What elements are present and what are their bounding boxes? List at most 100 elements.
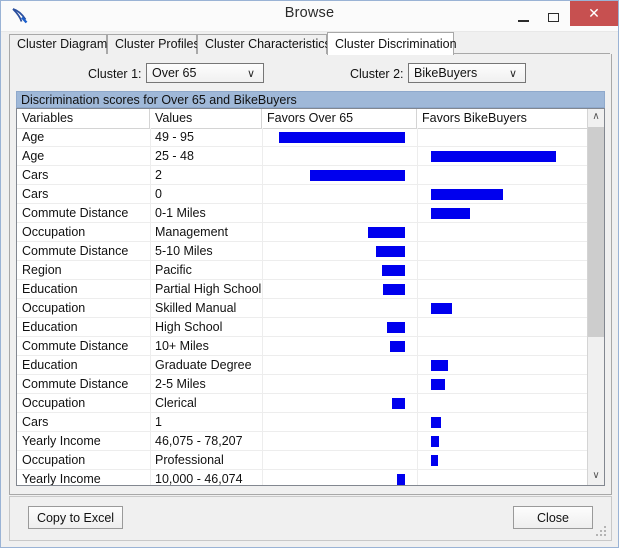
cell-variable: Yearly Income <box>17 432 150 450</box>
cell-divider <box>262 413 263 431</box>
copy-to-excel-button[interactable]: Copy to Excel <box>28 506 123 529</box>
bar-favors-left <box>383 284 405 295</box>
table-row[interactable]: Commute Distance5-10 Miles <box>17 242 595 261</box>
column-header-variable[interactable]: Variables <box>17 109 150 128</box>
bar-favors-right <box>431 360 448 371</box>
cell-divider <box>150 299 151 317</box>
cell-variable: Cars <box>17 185 150 203</box>
cell-divider <box>262 470 263 485</box>
cell-divider <box>262 356 263 374</box>
cell-divider <box>417 337 418 355</box>
vertical-scrollbar[interactable]: ∧ ∨ <box>587 109 604 485</box>
bar-favors-right <box>431 208 470 219</box>
table-row[interactable]: EducationGraduate Degree <box>17 356 595 375</box>
cell-divider <box>262 223 263 241</box>
table-row[interactable]: Age49 - 95 <box>17 128 595 147</box>
cell-value: 25 - 48 <box>150 147 262 165</box>
table-row[interactable]: Age25 - 48 <box>17 147 595 166</box>
table-row[interactable]: EducationHigh School <box>17 318 595 337</box>
bar-favors-right <box>431 436 439 447</box>
cell-variable: Yearly Income <box>17 470 150 485</box>
table-row[interactable]: OccupationProfessional <box>17 451 595 470</box>
close-window-button[interactable]: ✕ <box>570 1 618 26</box>
bar-favors-left <box>310 170 405 181</box>
table-row[interactable]: RegionPacific <box>17 261 595 280</box>
cell-value: 49 - 95 <box>150 128 262 146</box>
bar-favors-right <box>431 379 445 390</box>
table-row[interactable]: Cars2 <box>17 166 595 185</box>
cell-divider <box>262 242 263 260</box>
cell-divider <box>262 451 263 469</box>
cell-divider <box>150 413 151 431</box>
table-row[interactable]: Commute Distance2-5 Miles <box>17 375 595 394</box>
resize-gripper[interactable] <box>596 526 608 538</box>
cell-variable: Education <box>17 280 150 298</box>
cell-value: 2-5 Miles <box>150 375 262 393</box>
table-row[interactable]: OccupationSkilled Manual <box>17 299 595 318</box>
cell-divider <box>150 356 151 374</box>
cell-divider <box>150 432 151 450</box>
cell-divider <box>262 432 263 450</box>
cell-divider <box>150 337 151 355</box>
cluster2-dropdown[interactable]: BikeBuyers ∨ <box>408 63 526 83</box>
scroll-up-button[interactable]: ∧ <box>588 109 604 126</box>
cell-variable: Occupation <box>17 299 150 317</box>
cell-divider <box>150 166 151 184</box>
table-row[interactable]: Commute Distance10+ Miles <box>17 337 595 356</box>
cell-divider <box>417 166 418 184</box>
bar-favors-left <box>376 246 405 257</box>
table-row[interactable]: Commute Distance0-1 Miles <box>17 204 595 223</box>
cell-divider <box>417 242 418 260</box>
cell-value: 5-10 Miles <box>150 242 262 260</box>
table-row[interactable]: Cars1 <box>17 413 595 432</box>
close-button[interactable]: Close <box>513 506 593 529</box>
cell-divider <box>417 299 418 317</box>
tab-cluster-characteristics[interactable]: Cluster Characteristics <box>197 34 327 54</box>
cell-divider <box>262 185 263 203</box>
cluster2-value: BikeBuyers <box>414 66 477 80</box>
cell-value: Clerical <box>150 394 262 412</box>
table-row[interactable]: Yearly Income10,000 - 46,074 <box>17 470 595 485</box>
cell-divider <box>150 147 151 165</box>
tab-cluster-discrimination[interactable]: Cluster Discrimination <box>327 32 454 55</box>
minimize-button[interactable] <box>508 1 538 26</box>
cell-divider <box>150 242 151 260</box>
cell-value: 2 <box>150 166 262 184</box>
table-row[interactable]: OccupationManagement <box>17 223 595 242</box>
cell-variable: Occupation <box>17 223 150 241</box>
cell-divider <box>417 356 418 374</box>
bar-favors-right <box>431 151 556 162</box>
maximize-button[interactable] <box>538 1 568 26</box>
column-header-value[interactable]: Values <box>150 109 262 128</box>
cell-divider <box>150 185 151 203</box>
table-row[interactable]: Yearly Income46,075 - 78,207 <box>17 432 595 451</box>
cell-variable: Commute Distance <box>17 375 150 393</box>
cell-divider <box>262 375 263 393</box>
column-header-favors-left[interactable]: Favors Over 65 <box>262 109 417 128</box>
table-row[interactable]: EducationPartial High School <box>17 280 595 299</box>
grid-viewport: VariablesValuesFavors Over 65Favors Bike… <box>17 109 595 485</box>
table-row[interactable]: OccupationClerical <box>17 394 595 413</box>
cell-variable: Education <box>17 356 150 374</box>
scrollbar-thumb[interactable] <box>588 127 604 337</box>
tab-cluster-diagram[interactable]: Cluster Diagram <box>9 34 107 54</box>
cell-divider <box>262 318 263 336</box>
cell-divider <box>417 185 418 203</box>
table-row[interactable]: Cars0 <box>17 185 595 204</box>
cell-value: 1 <box>150 413 262 431</box>
cluster1-dropdown[interactable]: Over 65 ∨ <box>146 63 264 83</box>
cell-divider <box>417 280 418 298</box>
browse-window: Browse ✕ Cluster DiagramCluster Profiles… <box>0 0 619 548</box>
chevron-down-icon: ∨ <box>247 67 255 80</box>
tab-cluster-profiles[interactable]: Cluster Profiles <box>107 34 197 54</box>
cell-divider <box>150 394 151 412</box>
discrimination-grid: VariablesValuesFavors Over 65Favors Bike… <box>16 108 605 486</box>
cell-value: Professional <box>150 451 262 469</box>
scroll-down-button[interactable]: ∨ <box>588 468 604 485</box>
tab-strip: Cluster DiagramCluster ProfilesCluster C… <box>9 32 610 54</box>
cell-variable: Cars <box>17 166 150 184</box>
cell-value: 10+ Miles <box>150 337 262 355</box>
column-header-favors-right[interactable]: Favors BikeBuyers <box>417 109 595 128</box>
bar-favors-left <box>279 132 405 143</box>
cluster1-label: Cluster 1: <box>88 67 142 81</box>
